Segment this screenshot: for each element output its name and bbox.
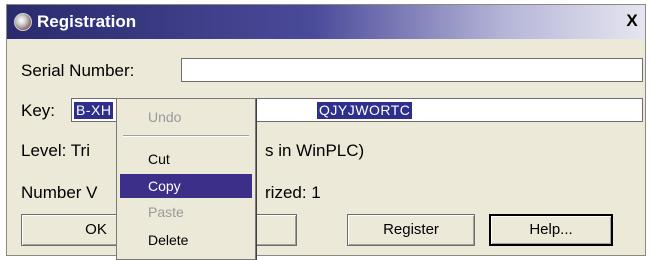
level-text-left: Level: Tri — [21, 141, 90, 160]
menu-item-delete[interactable]: Delete — [120, 228, 252, 252]
menu-item-paste[interactable]: Paste — [120, 200, 252, 224]
serial-number-field[interactable] — [181, 58, 643, 82]
level-text-right: s in WinPLC) — [265, 141, 365, 160]
close-button[interactable]: X — [623, 12, 641, 30]
menu-item-cut[interactable]: Cut — [120, 147, 252, 171]
register-button[interactable]: Register — [347, 214, 475, 246]
app-icon — [14, 13, 32, 31]
key-label: Key: — [21, 101, 56, 120]
menu-item-copy[interactable]: Copy — [120, 174, 252, 198]
menu-separator — [123, 135, 249, 137]
serial-number-label: Serial Number: — [21, 61, 135, 80]
number-text-right: rized: 1 — [265, 183, 321, 202]
context-menu: Undo Cut Copy Paste Delete — [116, 98, 256, 260]
key-selection-right: QJYJWORTC — [317, 102, 413, 119]
number-text-left: Number V — [21, 183, 98, 202]
menu-item-undo[interactable]: Undo — [120, 105, 252, 129]
help-button[interactable]: Help... — [489, 214, 613, 246]
registration-dialog: Registration X Serial Number: Key: B-XH … — [6, 4, 646, 256]
window-title: Registration — [37, 12, 137, 31]
title-bar[interactable]: Registration X — [7, 5, 645, 39]
key-selection-left: B-XH — [74, 102, 114, 119]
